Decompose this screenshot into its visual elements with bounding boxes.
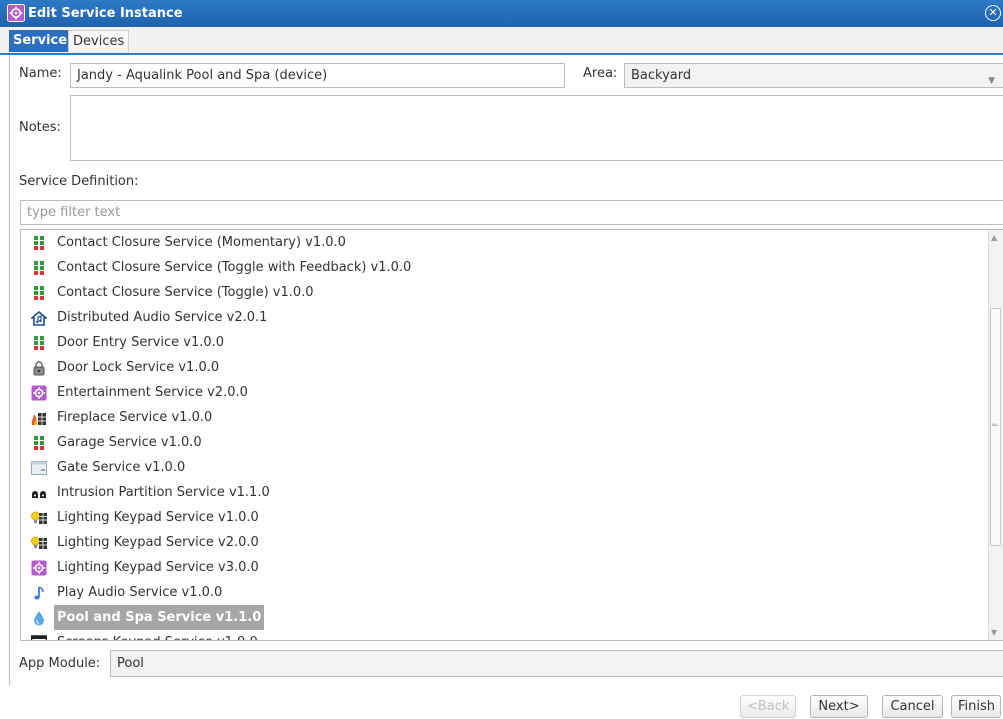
app-module-label: App Module: (19, 656, 101, 671)
list-item-label: Distributed Audio Service v2.0.1 (57, 310, 268, 325)
entertainment-icon (31, 560, 47, 576)
back-button[interactable]: <Back (740, 695, 796, 718)
music-note-icon (34, 586, 44, 600)
scroll-down-icon[interactable]: ▼ (991, 628, 997, 637)
service-panel: Name: Jandy - Aqualink Pool and Spa (dev… (9, 55, 1003, 685)
filter-input[interactable]: type filter text (20, 200, 1003, 225)
notes-textarea[interactable] (70, 95, 1003, 161)
water-drop-icon (34, 611, 44, 626)
list-item[interactable]: Lighting Keypad Service v1.0.0 (21, 505, 981, 530)
list-item-label: Screens Keypad Service v1.0.0 (54, 630, 261, 640)
list-item-label: Intrusion Partition Service v1.1.0 (57, 485, 270, 500)
list-item-label: Garage Service v1.0.0 (57, 435, 202, 450)
list-item[interactable]: Fireplace Service v1.0.0 (21, 405, 981, 430)
tab-devices[interactable]: Devices (68, 30, 130, 52)
scroll-thumb[interactable]: ═ (990, 308, 1001, 546)
next-button[interactable]: Next> (810, 695, 868, 718)
list-item[interactable]: Intrusion Partition Service v1.1.0 (21, 480, 981, 505)
contact-closure-icon (34, 336, 44, 350)
list-item-label: Door Entry Service v1.0.0 (57, 335, 225, 350)
entertainment-icon (31, 385, 47, 401)
screens-icon (31, 635, 47, 640)
list-item-label: Play Audio Service v1.0.0 (57, 585, 223, 600)
contact-closure-icon (34, 286, 44, 300)
finish-button[interactable]: Finish (951, 695, 1001, 718)
grip-icon: ═ (992, 421, 998, 431)
area-select-value: Backyard (631, 68, 692, 83)
intrusion-icon (32, 491, 46, 498)
list-item[interactable]: Distributed Audio Service v2.0.1 (21, 305, 981, 330)
list-item-label: Gate Service v1.0.0 (57, 460, 186, 475)
name-label: Name: (19, 66, 62, 81)
chevron-down-icon: ▼ (988, 76, 995, 86)
scroll-up-icon[interactable]: ▲ (991, 233, 997, 242)
contact-closure-icon (34, 436, 44, 450)
list-item-label: Door Lock Service v1.0.0 (57, 360, 220, 375)
service-definition-list[interactable]: Screens Keypad Service v1.0.0Pool and Sp… (20, 229, 1003, 641)
list-item[interactable]: Lighting Keypad Service v2.0.0 (21, 530, 981, 555)
contact-closure-icon (34, 236, 44, 250)
list-item[interactable]: Gate Service v1.0.0 (21, 455, 981, 480)
list-item[interactable]: Entertainment Service v2.0.0 (21, 380, 981, 405)
list-item[interactable]: Contact Closure Service (Toggle with Fee… (21, 255, 981, 280)
app-gear-icon (7, 4, 25, 22)
fireplace-icon (31, 413, 46, 425)
area-label: Area: (583, 66, 618, 81)
list-item-label: Lighting Keypad Service v1.0.0 (57, 510, 259, 525)
tab-service[interactable]: Service (9, 30, 72, 52)
lock-icon (33, 361, 45, 376)
window-title: Edit Service Instance (28, 6, 183, 21)
list-item[interactable]: Pool and Spa Service v1.1.0 (21, 605, 981, 630)
contact-closure-icon (34, 261, 44, 275)
list-scrollbar[interactable]: ▲ ═ ▼ (988, 230, 1003, 640)
list-item-label: Pool and Spa Service v1.1.0 (54, 605, 265, 630)
gate-icon (31, 461, 47, 475)
list-item-label: Contact Closure Service (Toggle with Fee… (57, 260, 412, 275)
cancel-button[interactable]: Cancel (882, 695, 943, 718)
lighting-keypad-icon (31, 536, 47, 549)
app-module-field[interactable]: Pool (110, 650, 1003, 677)
close-icon[interactable]: ✕ (985, 5, 1001, 21)
list-item[interactable]: Contact Closure Service (Toggle) v1.0.0 (21, 280, 981, 305)
list-item[interactable]: Door Entry Service v1.0.0 (21, 330, 981, 355)
lighting-keypad-icon (31, 511, 47, 524)
list-item[interactable]: Door Lock Service v1.0.0 (21, 355, 981, 380)
list-item-label: Lighting Keypad Service v2.0.0 (57, 535, 259, 550)
tab-bar: Service Devices (0, 27, 1003, 55)
list-item[interactable]: Garage Service v1.0.0 (21, 430, 981, 455)
list-item-label: Contact Closure Service (Momentary) v1.0… (57, 235, 346, 250)
list-item-label: Entertainment Service v2.0.0 (57, 385, 248, 400)
area-select[interactable]: Backyard ▼ (624, 63, 1003, 88)
title-bar: Edit Service Instance ✕ (0, 0, 1003, 27)
house-audio-icon (31, 310, 47, 326)
list-item-label: Lighting Keypad Service v3.0.0 (57, 560, 259, 575)
list-item-label: Contact Closure Service (Toggle) v1.0.0 (57, 285, 314, 300)
list-item[interactable]: Lighting Keypad Service v3.0.0 (21, 555, 981, 580)
list-item[interactable]: Play Audio Service v1.0.0 (21, 580, 981, 605)
service-definition-label: Service Definition: (19, 174, 139, 189)
notes-label: Notes: (19, 120, 61, 135)
list-item-label: Fireplace Service v1.0.0 (57, 410, 213, 425)
name-input[interactable]: Jandy - Aqualink Pool and Spa (device) (70, 63, 565, 88)
list-item[interactable]: Screens Keypad Service v1.0.0 (21, 630, 981, 640)
list-item[interactable]: Contact Closure Service (Momentary) v1.0… (21, 230, 981, 255)
